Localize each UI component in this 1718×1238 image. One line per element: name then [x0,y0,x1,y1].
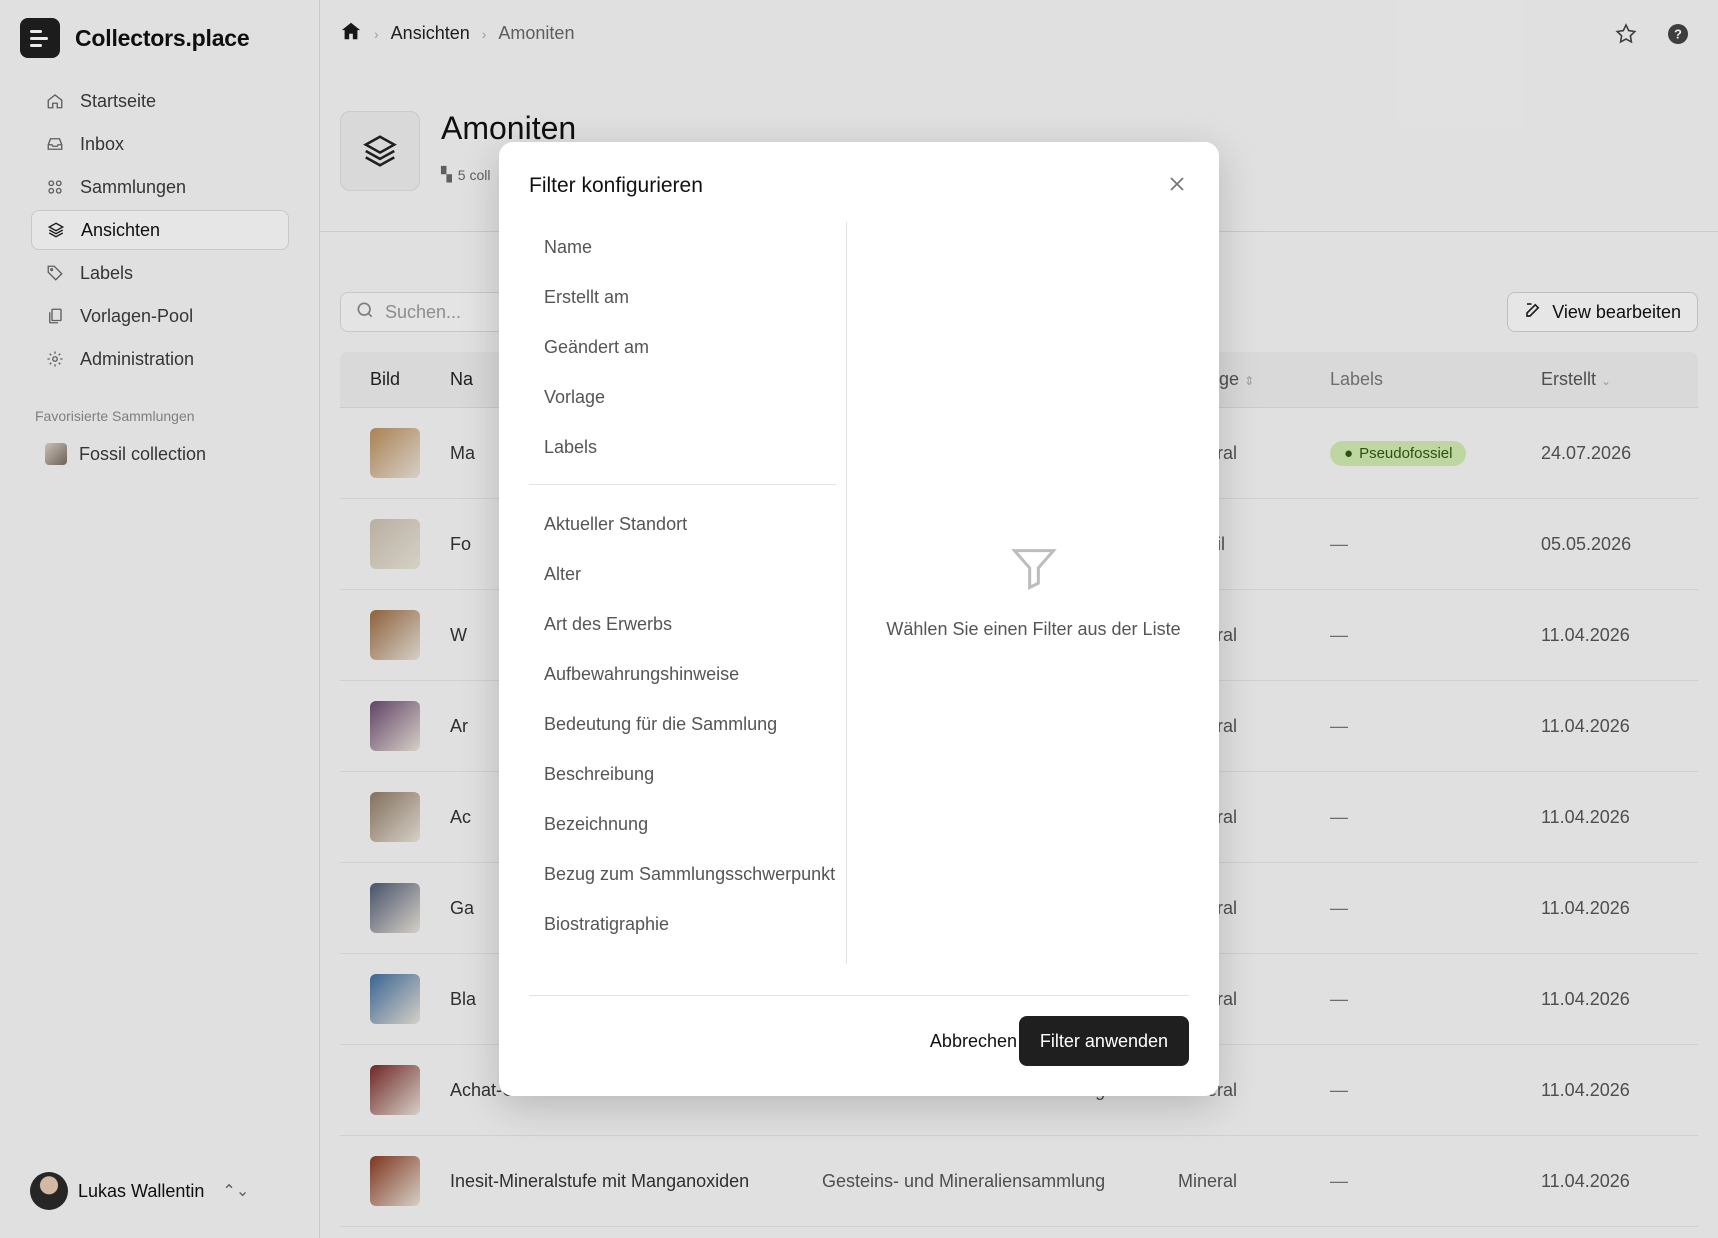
filter-option[interactable]: Bezeichnung [529,799,846,849]
filter-option[interactable]: Name [529,222,846,272]
filter-dialog: Filter konfigurieren Name Erstellt am Ge… [499,142,1219,1096]
dialog-title: Filter konfigurieren [529,174,703,197]
filter-option[interactable]: Bezug zum Sammlungsschwerpunkt [529,849,846,899]
filter-option[interactable]: Aktueller Standort [529,499,846,549]
filter-option[interactable]: Labels [529,422,846,472]
cancel-button[interactable]: Abbrechen [930,1016,1017,1066]
filter-option[interactable]: Bedeutung für die Sammlung [529,699,846,749]
filter-empty-state: Wählen Sie einen Filter aus der Liste [848,542,1219,640]
close-icon[interactable] [1165,172,1189,196]
filter-option[interactable]: Beschreibung [529,749,846,799]
filter-list: Name Erstellt am Geändert am Vorlage Lab… [529,222,847,964]
filter-option[interactable]: Geändert am [529,322,846,372]
filter-option[interactable]: Art des Erwerbs [529,599,846,649]
dialog-footer-divider [529,995,1189,996]
filter-option[interactable]: Erstellt am [529,272,846,322]
empty-state-text: Wählen Sie einen Filter aus der Liste [886,619,1181,639]
divider [529,484,836,485]
filter-option[interactable]: Aufbewahrungshinweise [529,649,846,699]
apply-filter-button[interactable]: Filter anwenden [1018,1016,1189,1066]
filter-option[interactable]: Vorlage [529,372,846,422]
filter-option[interactable]: Biostratigraphie [529,899,846,949]
filter-option[interactable]: Alter [529,549,846,599]
filter-icon [1008,549,1060,598]
